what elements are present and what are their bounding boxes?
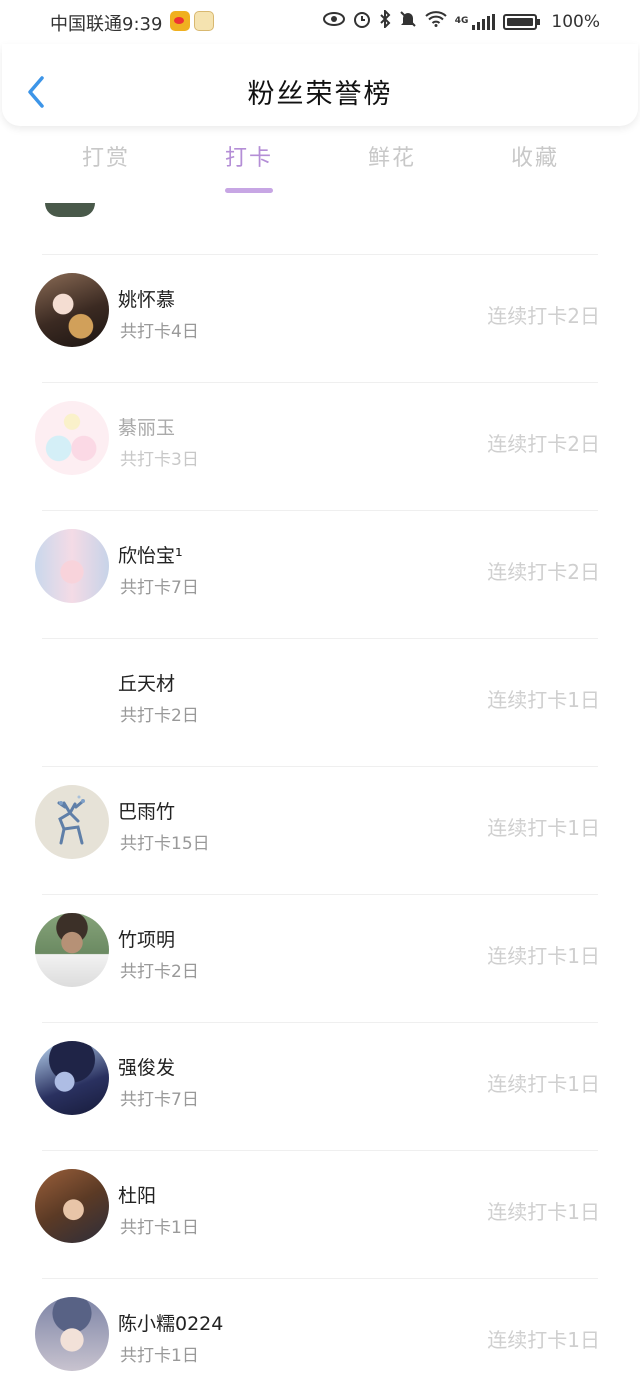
fan-name: 竹项明 <box>118 929 176 951</box>
avatar[interactable] <box>35 785 109 859</box>
checkin-streak: 连续打卡1日 <box>487 1328 600 1352</box>
total-checkin: 共打卡1日 <box>120 1218 199 1238</box>
anime-app-icon <box>194 11 214 31</box>
header: 粉丝荣誉榜 <box>2 44 638 126</box>
avatar[interactable] <box>35 273 109 347</box>
weibo-icon <box>170 11 190 31</box>
tab-checkin[interactable]: 打卡 <box>225 140 273 172</box>
fan-row[interactable]: 欣怡宝¹ 共打卡7日 连续打卡2日 <box>0 511 640 639</box>
signal-icon <box>472 13 496 30</box>
fan-name: 丘天材 <box>118 673 176 695</box>
avatar[interactable] <box>35 1297 109 1371</box>
fan-name: 姚怀慕 <box>118 289 176 311</box>
fan-row[interactable]: 陈小糯0224 共打卡1日 连续打卡1日 <box>0 1279 640 1387</box>
avatar-partial <box>45 203 95 217</box>
page-title: 粉丝荣誉榜 <box>247 79 393 110</box>
fan-name: 欣怡宝¹ <box>118 545 183 567</box>
carrier-time: 中国联通9:39 <box>50 14 163 35</box>
avatar[interactable] <box>35 1041 109 1115</box>
network-type: 4G <box>454 16 469 26</box>
eye-icon <box>322 11 345 32</box>
checkin-streak: 连续打卡1日 <box>487 1200 600 1224</box>
tab-reward[interactable]: 打赏 <box>82 140 130 172</box>
avatar[interactable] <box>35 913 109 987</box>
checkin-streak: 连续打卡1日 <box>487 688 600 712</box>
total-checkin: 共打卡1日 <box>120 1346 199 1366</box>
alarm-icon <box>353 10 371 33</box>
status-icons: 4G 100% <box>322 8 600 33</box>
tab-indicator <box>225 188 273 193</box>
total-checkin: 共打卡3日 <box>120 450 199 470</box>
avatar[interactable] <box>35 1169 109 1243</box>
checkin-streak: 连续打卡1日 <box>487 816 600 840</box>
checkin-streak: 连续打卡2日 <box>487 560 600 584</box>
mute-icon <box>399 10 417 33</box>
avatar[interactable] <box>35 529 109 603</box>
checkin-streak: 连续打卡1日 <box>487 1072 600 1096</box>
deer-icon <box>57 795 85 845</box>
fan-row[interactable]: 姚怀慕 共打卡4日 连续打卡2日 <box>0 255 640 383</box>
total-checkin: 共打卡4日 <box>120 322 199 342</box>
battery-percent: 100% <box>551 11 600 32</box>
tab-bar: 打赏 打卡 鲜花 收藏 <box>0 140 640 196</box>
bluetooth-icon <box>379 8 391 33</box>
fan-row[interactable]: 竹项明 共打卡2日 连续打卡1日 <box>0 895 640 1023</box>
fan-row[interactable]: 丘天材 共打卡2日 连续打卡1日 <box>0 639 640 767</box>
total-checkin: 共打卡7日 <box>120 578 199 598</box>
fan-row[interactable]: 綦丽玉 共打卡3日 连续打卡2日 <box>0 383 640 511</box>
wifi-icon <box>425 11 447 32</box>
total-checkin: 共打卡7日 <box>120 1090 199 1110</box>
battery-icon <box>503 13 541 30</box>
fan-name: 陈小糯0224 <box>118 1313 224 1335</box>
fan-name: 强俊发 <box>118 1057 176 1079</box>
tab-favorites[interactable]: 收藏 <box>511 140 559 172</box>
fan-name: 巴雨竹 <box>118 801 176 823</box>
tab-flowers[interactable]: 鲜花 <box>368 140 416 172</box>
checkin-streak: 连续打卡1日 <box>487 944 600 968</box>
checkin-streak: 连续打卡2日 <box>487 304 600 328</box>
total-checkin: 共打卡2日 <box>120 706 199 726</box>
fan-row[interactable]: 杜阳 共打卡1日 连续打卡1日 <box>0 1151 640 1279</box>
avatar[interactable] <box>35 401 109 475</box>
fan-row[interactable]: 巴雨竹 共打卡15日 连续打卡1日 <box>0 767 640 895</box>
total-checkin: 共打卡15日 <box>120 834 210 854</box>
total-checkin: 共打卡2日 <box>120 962 199 982</box>
fan-name: 綦丽玉 <box>118 417 176 439</box>
fan-name: 杜阳 <box>118 1185 157 1207</box>
status-bar: 中国联通9:39 4G 100% <box>0 0 640 44</box>
fan-row[interactable]: 强俊发 共打卡7日 连续打卡1日 <box>0 1023 640 1151</box>
checkin-streak: 连续打卡2日 <box>487 432 600 456</box>
